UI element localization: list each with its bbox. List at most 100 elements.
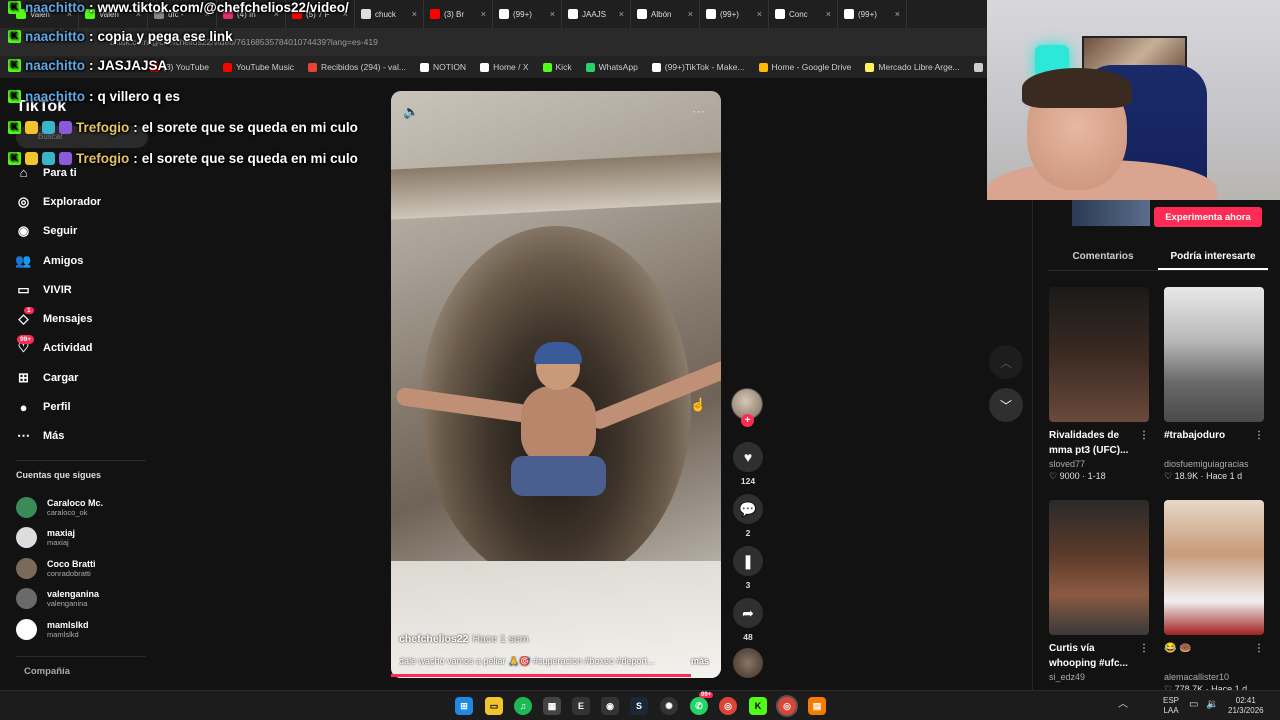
browser-tab[interactable]: Conc ×	[769, 0, 838, 28]
save-button[interactable]: ❚	[733, 546, 763, 576]
chat-username[interactable]: naachitto	[25, 89, 85, 104]
video-thumbnail[interactable]	[1049, 500, 1149, 635]
more-options-icon[interactable]: ⋮	[1254, 641, 1264, 656]
experiment-button[interactable]: Experimenta ahora	[1154, 207, 1262, 227]
sidebar-item-perfil[interactable]: ● Perfil	[16, 392, 156, 421]
app-icon[interactable]: ▤	[808, 697, 826, 715]
tab-close-icon[interactable]: ×	[481, 9, 486, 19]
browser-tab[interactable]: (99+) ×	[700, 0, 769, 28]
bookmark-item[interactable]: YouTube Music	[223, 62, 294, 72]
like-button[interactable]: ♥	[733, 442, 763, 472]
epic-games-icon[interactable]: E	[572, 697, 590, 715]
kick-icon[interactable]: K	[749, 697, 767, 715]
volume-tray-icon[interactable]: 🔉	[1206, 700, 1218, 710]
tab-podría-interesarte[interactable]: Podría interesarte	[1158, 245, 1268, 270]
recommended-video[interactable]: Curtis vía whooping #ufc... ⋮ si_edz49	[1049, 500, 1149, 684]
bookmark-item[interactable]: Mercado Libre Arge...	[865, 62, 960, 72]
steam-icon[interactable]: S	[630, 697, 648, 715]
browser-tab[interactable]: (99+) ×	[493, 0, 562, 28]
following-account[interactable]: Coco Bratti conradobratti	[16, 553, 156, 584]
bookmark-item[interactable]: WhatsApp	[585, 62, 638, 72]
following-account[interactable]: valenganina valenganina	[16, 584, 156, 615]
video-player[interactable]	[391, 91, 721, 678]
share-button[interactable]: ➦	[733, 598, 763, 628]
bookmark-item[interactable]: Home - Google Drive	[758, 62, 851, 72]
browser-tab[interactable]: (99+) ×	[838, 0, 907, 28]
bookmark-item[interactable]: (99+)TikTok - Make...	[651, 62, 745, 72]
bookmark-item[interactable]: NOTION	[420, 62, 466, 72]
caption-more-link[interactable]: más	[691, 656, 709, 666]
video-progress-bar[interactable]	[391, 674, 692, 677]
chatgpt-icon[interactable]: ✺	[660, 697, 678, 715]
next-video-button[interactable]: ﹀	[989, 388, 1023, 422]
following-account[interactable]: mamlslkd mamlslkd	[16, 614, 156, 645]
chat-username[interactable]: naachitto	[25, 29, 85, 44]
video-thumbnail[interactable]	[1164, 287, 1264, 422]
more-options-icon[interactable]: ⋮	[1139, 428, 1149, 443]
previous-video-button[interactable]: ︿	[989, 345, 1023, 379]
browser-tab[interactable]: chuck ×	[355, 0, 424, 28]
tab-close-icon[interactable]: ×	[688, 9, 693, 19]
network-icon[interactable]: ▭	[1189, 700, 1198, 710]
right-panel-tabs: Comentarios Podría interesarte	[1048, 245, 1268, 271]
chat-username[interactable]: naachitto	[25, 58, 85, 73]
bookmark-label: (99+)TikTok - Make...	[664, 62, 745, 72]
more-options-icon[interactable]: ⋮	[1254, 428, 1264, 443]
sidebar-item-amigos[interactable]: 👥 Amigos	[15, 246, 156, 275]
follow-plus-icon[interactable]: +	[741, 414, 754, 427]
sidebar-item-más[interactable]: ⋯ Más	[16, 422, 156, 451]
tab-close-icon[interactable]: ×	[826, 9, 831, 19]
recommended-video[interactable]: #trabajoduro ⋮ diosfuemiguiagracias ♡ 18.9K…	[1164, 287, 1264, 482]
browser-tab[interactable]: (3) Br ×	[424, 0, 493, 28]
volume-icon[interactable]: 🔈	[403, 104, 419, 120]
start-icon[interactable]: ⊞	[455, 697, 473, 715]
company-link[interactable]: Compañía	[24, 666, 70, 677]
obs-icon[interactable]: ◉	[601, 697, 619, 715]
tray-chevron-icon[interactable]: ︿	[1118, 700, 1128, 710]
recommended-video[interactable]: Rivalidades de mma pt3 (UFC)... ⋮ sloved77…	[1049, 287, 1149, 482]
store-icon[interactable]: ▦	[543, 697, 561, 715]
clock[interactable]: 02:41 21/3/2026	[1228, 696, 1264, 716]
video-thumbnail[interactable]	[1049, 287, 1149, 422]
tab-close-icon[interactable]: ×	[412, 9, 417, 19]
whatsapp-icon[interactable]: ✆	[690, 697, 708, 715]
music-disc-avatar[interactable]	[733, 648, 763, 678]
chrome-active-icon[interactable]: ◎	[778, 697, 796, 715]
sidebar-item-mensajes[interactable]: ◇ 1 Mensajes	[16, 304, 156, 333]
sidebar-item-vivir[interactable]: ▭ VIVIR	[16, 275, 156, 304]
browser-tab[interactable]: JAAJS ×	[562, 0, 631, 28]
bookmark-item[interactable]: Recibidos (294) - val...	[307, 62, 406, 72]
video-title-text: 😂 🍩	[1164, 643, 1192, 654]
home-icon: ⌂	[19, 165, 28, 181]
chat-username[interactable]: Trefogio	[76, 120, 129, 135]
chat-username[interactable]: Trefogio	[76, 151, 129, 166]
keyboard-language[interactable]: ESP LAA	[1163, 696, 1179, 716]
tab-comentarios[interactable]: Comentarios	[1048, 245, 1158, 270]
more-options-icon[interactable]: ⋮	[1139, 641, 1149, 656]
sidebar-item-cargar[interactable]: ⊞ Cargar	[16, 363, 156, 392]
browser-tab[interactable]: Albón ×	[631, 0, 700, 28]
spotify-icon[interactable]: ♫	[514, 697, 532, 715]
more-options-icon[interactable]: ⋯	[692, 104, 705, 120]
video-author[interactable]: chefchelios22 Hace 1 sem	[399, 633, 528, 645]
share-icon: ➦	[742, 604, 754, 621]
tab-close-icon[interactable]: ×	[550, 9, 555, 19]
sidebar-item-actividad[interactable]: ♡ 99+ Actividad	[16, 334, 156, 363]
comment-button[interactable]: 💬	[733, 494, 763, 524]
recommended-video[interactable]: 😂 🍩 ⋮ alemacallister10 ♡ 778,7K · Hace 1 d	[1164, 500, 1264, 695]
sidebar-item-seguir[interactable]: ◉ Seguir	[16, 217, 156, 246]
sidebar-item-explorador[interactable]: ◎ Explorador	[16, 187, 156, 216]
chrome-icon[interactable]: ◎	[719, 697, 737, 715]
bookmark-item[interactable]: PROG	[973, 62, 988, 72]
tab-close-icon[interactable]: ×	[895, 9, 900, 19]
bookmark-item[interactable]: Home / X	[480, 62, 529, 72]
bookmark-item[interactable]: Kick	[542, 62, 572, 72]
following-account[interactable]: maxiaj maxiaj	[16, 523, 156, 554]
file-explorer-icon[interactable]: ▭	[485, 697, 503, 715]
chat-username[interactable]: naachitto	[25, 0, 85, 15]
tab-close-icon[interactable]: ×	[757, 9, 762, 19]
streamer-hair	[1022, 68, 1132, 108]
tab-close-icon[interactable]: ×	[619, 9, 624, 19]
video-thumbnail[interactable]	[1164, 500, 1264, 635]
following-account[interactable]: Caraloco Mc. caraloco_ok	[16, 492, 156, 523]
